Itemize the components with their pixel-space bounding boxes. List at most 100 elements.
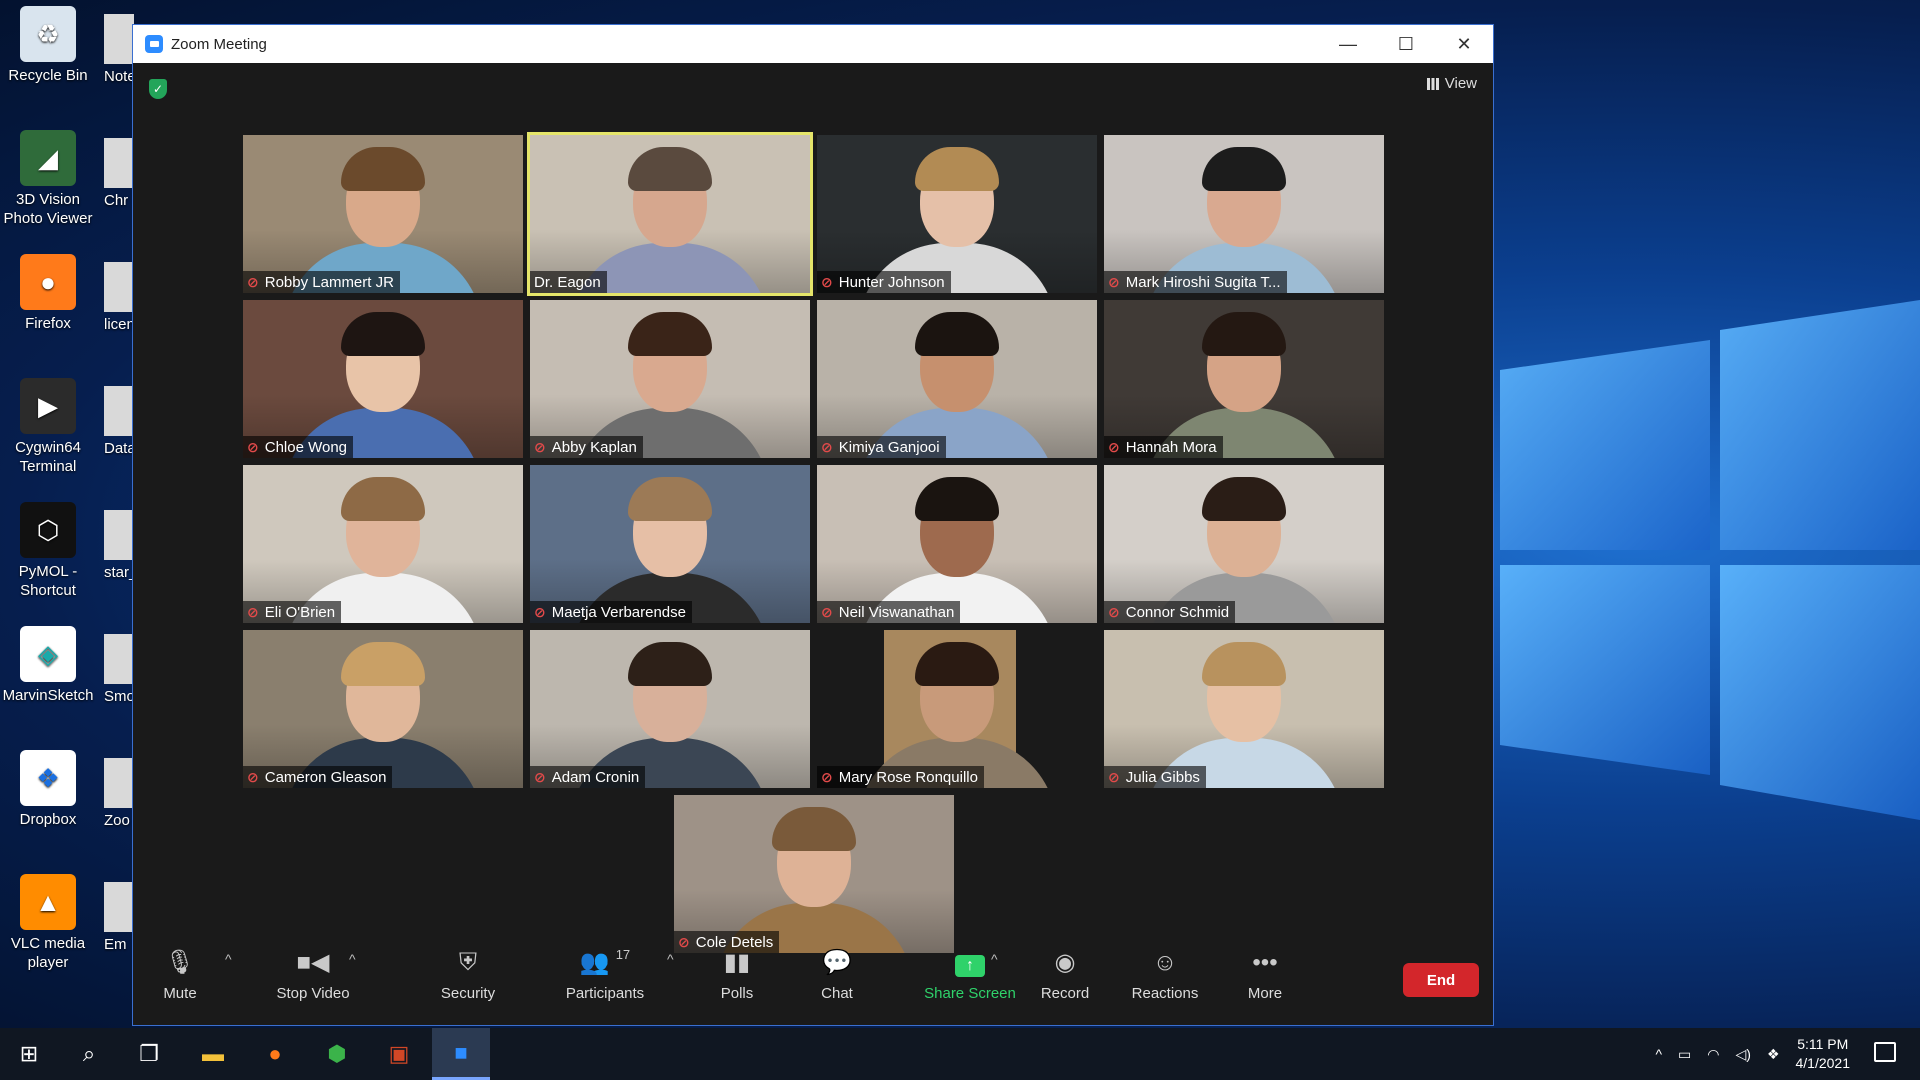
participant-name: Julia Gibbs [1125,768,1200,786]
share-screen-button[interactable]: ↑ Share Screen [905,947,1035,1002]
participant-name: Cameron Gleason [264,768,387,786]
participant-video-tile[interactable]: ⊘ Connor Schmid [1104,465,1384,623]
view-label: View [1444,75,1477,92]
battery-icon[interactable]: ▭ [1678,1046,1691,1063]
clock[interactable]: 5:11 PM 4/1/2021 [1796,1035,1851,1073]
gallery-grid-icon [1426,77,1439,90]
cygwin-icon: ▶ [20,378,76,434]
polls-button[interactable]: ▮▮ Polls [715,947,759,1002]
file-icon [104,882,134,932]
maximize-button[interactable]: ☐ [1377,25,1435,63]
desktop-icon[interactable]: ● Firefox [0,254,96,333]
windows-logo-wallpaper [1500,300,1920,820]
share-screen-label: Share Screen [924,985,1016,1002]
mute-button[interactable]: 🎙 Mute [153,947,207,1002]
desktop-icon-label: VLC media [10,935,86,952]
participant-name: Dr. Eagon [534,273,601,291]
clock-time: 5:11 PM [1797,1036,1849,1052]
participant-name-tag: ⊘ Adam Cronin [530,766,646,788]
search-icon[interactable]: ⌕ [60,1028,118,1080]
minimize-button[interactable]: — [1319,25,1377,63]
participant-video-tile[interactable]: ⊘ Adam Cronin [530,630,810,788]
chat-label: Chat [821,985,853,1002]
dropbox-icon: ❖ [20,750,76,806]
participant-video-tile[interactable]: ⊘ Neil Viswanathan [817,465,1097,623]
windows-taskbar: ⊞ ⌕ ❐ ▬ ● ⬢ ▣ ■ ^ ▭ ◠ ◁) ❖ 5:11 PM 4/1/2… [0,1028,1920,1080]
end-meeting-button[interactable]: End [1403,963,1479,997]
system-tray: ^ ▭ ◠ ◁) ❖ 5:11 PM 4/1/2021 [1655,1028,1850,1080]
security-button[interactable]: ⛨ Security [433,947,503,1002]
volume-icon[interactable]: ◁) [1736,1046,1751,1063]
muted-microphone-icon: ⊘ [1108,273,1120,290]
view-button[interactable]: View [1426,75,1477,92]
desktop-icon[interactable]: ◈ MarvinSketch [0,626,96,705]
stop-video-label: Stop Video [276,985,350,1002]
3d-vision-icon: ◢ [20,130,76,186]
record-button[interactable]: ◉ Record [1037,947,1093,1002]
file-icon [104,262,134,312]
start-button[interactable]: ⊞ [0,1028,58,1080]
powerpoint-taskbar-icon[interactable]: ▣ [370,1028,428,1080]
participant-name-tag: Dr. Eagon [530,271,607,293]
participant-name: Chloe Wong [264,438,348,456]
encryption-shield-icon[interactable]: ✓ [149,79,167,99]
participant-video-tile[interactable]: ⊘ Eli O'Brien [243,465,523,623]
desktop-icon[interactable]: ◢ 3D Vision Photo Viewer [0,130,96,228]
participant-video-tile[interactable]: ⊘ Kimiya Ganjooi [817,300,1097,458]
dropbox-tray-icon[interactable]: ❖ [1767,1046,1780,1063]
audio-options-caret[interactable]: ^ [225,951,232,967]
file-icon [104,14,134,64]
desktop-icon[interactable]: ⬡ PyMOL - Shortcut [0,502,96,600]
desktop-icon-label: MarvinSketch [2,687,94,704]
participant-video-tile[interactable]: ⊘ Cole Detels [674,795,954,953]
file-explorer-icon[interactable]: ▬ [184,1028,242,1080]
participant-name-tag: ⊘ Neil Viswanathan [817,601,961,623]
desktop-icon[interactable]: ▶ Cygwin64 Terminal [0,378,96,476]
participant-name: Maetja Verbarendse [551,603,686,621]
share-options-caret[interactable]: ^ [991,951,998,967]
show-hidden-icons-icon[interactable]: ^ [1655,1046,1662,1062]
close-button[interactable]: ✕ [1435,25,1493,63]
participant-video-tile[interactable]: Dr. Eagon [527,132,813,296]
desktop-icon[interactable]: ❖ Dropbox [0,750,96,829]
title-bar: Zoom Meeting — ☐ ✕ [133,25,1493,63]
video-options-caret[interactable]: ^ [349,951,356,967]
reactions-label: Reactions [1131,985,1199,1002]
participant-video-tile[interactable]: ⊘ Abby Kaplan [530,300,810,458]
participant-video-tile[interactable]: ⊘ Maetja Verbarendse [530,465,810,623]
chemdraw-taskbar-icon[interactable]: ⬢ [308,1028,366,1080]
desktop-icon-label: PyMOL - [18,563,78,580]
wifi-icon[interactable]: ◠ [1707,1046,1719,1063]
muted-microphone-icon: ⊘ [1108,768,1120,785]
firefox-taskbar-icon[interactable]: ● [246,1028,304,1080]
participant-name-tag: ⊘ Mary Rose Ronquillo [817,766,984,788]
desktop-icon[interactable]: ▲ VLC media player [0,874,96,972]
zoom-meeting-window: Zoom Meeting — ☐ ✕ ✓ View ⊘ Robby Lammer… [132,24,1494,1026]
participant-video-tile[interactable]: ⊘ Hannah Mora [1104,300,1384,458]
desktop-icon-label-2: Terminal [19,458,77,475]
more-button[interactable]: ••• More [1243,947,1287,1002]
zoom-taskbar-icon[interactable]: ■ [432,1028,490,1080]
participant-video-tile[interactable]: ⊘ Chloe Wong [243,300,523,458]
chat-button[interactable]: 💬 Chat [817,947,857,1002]
participant-video-tile[interactable]: ⊘ Mark Hiroshi Sugita T... [1104,135,1384,293]
participants-button[interactable]: 👥 17 Participants [545,947,665,1002]
participant-name-tag: ⊘ Hannah Mora [1104,436,1223,458]
participant-name: Eli O'Brien [264,603,336,621]
participant-name-tag: ⊘ Maetja Verbarendse [530,601,692,623]
participants-options-caret[interactable]: ^ [667,951,674,967]
reactions-button[interactable]: ☺ Reactions [1125,947,1205,1002]
desktop-icon-label-2: player [27,954,69,971]
participant-video-tile[interactable]: ⊘ Cameron Gleason [243,630,523,788]
desktop-icon[interactable]: ♻ Recycle Bin [0,6,96,85]
file-icon [104,138,134,188]
muted-microphone-icon: ⊘ [1108,603,1120,620]
participant-video-tile[interactable]: ⊘ Julia Gibbs [1104,630,1384,788]
participant-video-tile[interactable]: ⊘ Mary Rose Ronquillo [817,630,1097,788]
task-view-icon[interactable]: ❐ [120,1028,178,1080]
muted-microphone-icon: ⊘ [247,603,259,620]
participant-video-tile[interactable]: ⊘ Robby Lammert JR [243,135,523,293]
marvinsketch-icon: ◈ [20,626,76,682]
participant-video-tile[interactable]: ⊘ Hunter Johnson [817,135,1097,293]
action-center-icon[interactable] [1874,1042,1896,1062]
